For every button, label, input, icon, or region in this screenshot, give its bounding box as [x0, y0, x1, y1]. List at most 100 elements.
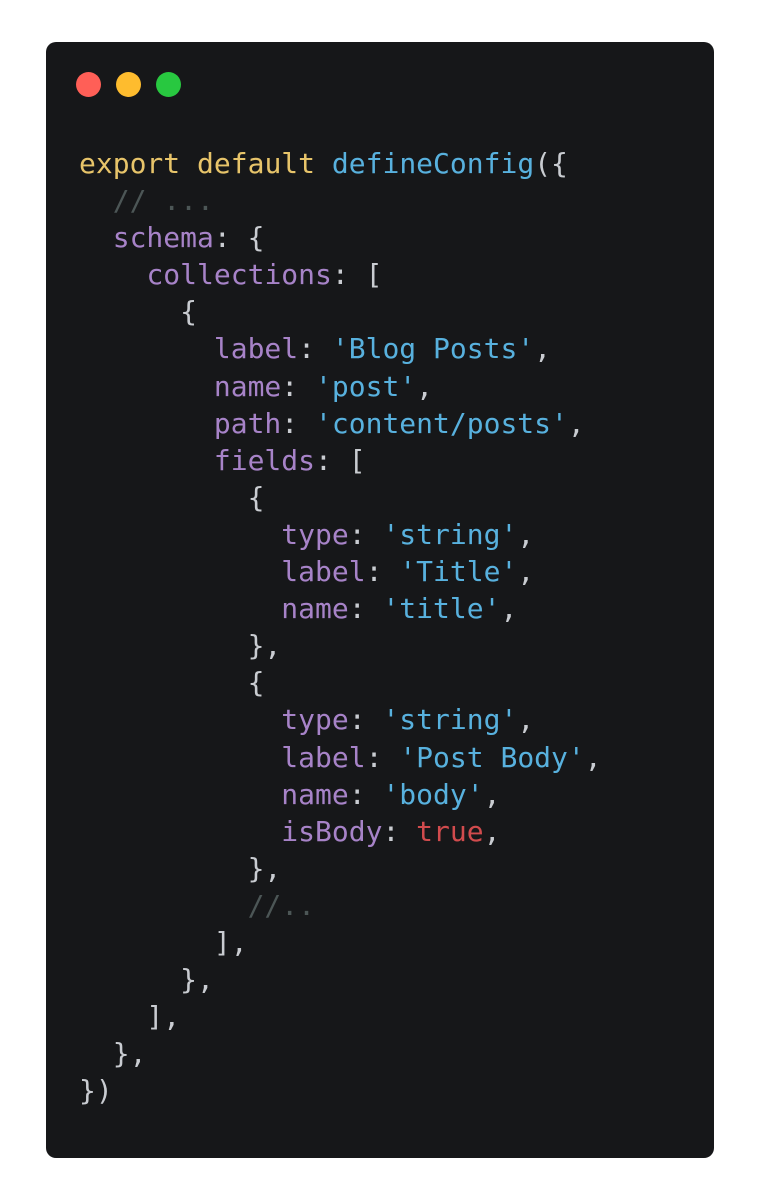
code-token-property: label — [281, 555, 366, 589]
code-token-comment: // ... — [112, 184, 214, 218]
code-token-plain: , — [534, 332, 552, 366]
code-token-plain: { — [79, 480, 265, 514]
code-token-string: 'post' — [315, 369, 417, 403]
code-line: export default defineConfig({ — [79, 145, 602, 182]
code-line: name: 'body', — [79, 776, 602, 813]
code-token-plain: ], — [79, 925, 248, 959]
code-line: fields: [ — [79, 442, 602, 479]
code-token-plain: : — [348, 592, 383, 626]
code-token-property: name — [281, 592, 349, 626]
code-token-plain: : — [281, 406, 316, 440]
zoom-dot-icon[interactable] — [156, 72, 181, 97]
code-token-plain: { — [79, 666, 265, 700]
window-controls — [76, 72, 196, 97]
code-token-string: 'content/posts' — [315, 406, 568, 440]
code-token-plain: : — [298, 332, 332, 366]
code-token-plain: : { — [213, 221, 265, 255]
code-line: type: 'string', — [79, 516, 602, 553]
code-line: type: 'string', — [79, 701, 602, 738]
code-line: }, — [79, 627, 602, 664]
code-token-property: label — [213, 332, 299, 366]
code-token-plain: , — [517, 555, 535, 589]
code-line: // ... — [79, 182, 602, 219]
code-token-string: 'body' — [382, 777, 484, 811]
code-line: }, — [79, 1035, 602, 1072]
code-token-string: 'Blog Posts' — [331, 332, 535, 366]
code-token-property: isBody — [281, 814, 383, 848]
code-token-comment: //.. — [247, 888, 316, 922]
code-token-plain: : — [365, 740, 400, 774]
code-token-property: schema — [112, 221, 214, 255]
code-line: }, — [79, 850, 602, 887]
code-line: { — [79, 293, 602, 330]
code-token-property: collections — [146, 258, 332, 292]
code-token-string: 'Post Body' — [399, 740, 585, 774]
code-line: //.. — [79, 887, 602, 924]
code-line: label: 'Post Body', — [79, 739, 602, 776]
code-token-plain: }, — [79, 629, 282, 663]
code-line: label: 'Blog Posts', — [79, 330, 602, 367]
code-token-plain: : [ — [315, 443, 366, 477]
code-token-plain: : — [365, 555, 400, 589]
code-line: collections: [ — [79, 256, 602, 293]
code-token-plain: }, — [79, 1037, 147, 1071]
code-token-plain: , — [584, 740, 602, 774]
code-token-plain: : — [348, 517, 383, 551]
code-token-plain: , — [483, 814, 501, 848]
code-token-plain: , — [483, 777, 501, 811]
code-token-plain: { — [79, 295, 198, 329]
code-line: }) — [79, 1072, 602, 1109]
code-window: export default defineConfig({ // ... sch… — [46, 42, 714, 1158]
code-token-boolean: true — [416, 814, 484, 848]
code-token-property: label — [281, 740, 366, 774]
code-token-plain: : — [348, 703, 383, 737]
minimize-dot-icon[interactable] — [116, 72, 141, 97]
code-line: isBody: true, — [79, 813, 602, 850]
code-token-property: name — [281, 777, 349, 811]
code-token-keyword: export — [79, 147, 181, 180]
code-token-plain: , — [567, 406, 585, 440]
code-token-plain: : — [382, 814, 417, 848]
code-token-string: 'title' — [382, 592, 501, 626]
code-token-property: fields — [213, 443, 316, 477]
code-line: path: 'content/posts', — [79, 405, 602, 442]
code-line: ], — [79, 998, 602, 1035]
code-line: schema: { — [79, 219, 602, 256]
code-line: name: 'post', — [79, 368, 602, 405]
code-token-property: name — [213, 369, 282, 403]
code-block: export default defineConfig({ // ... sch… — [79, 145, 602, 1109]
code-line: label: 'Title', — [79, 553, 602, 590]
code-token-function: defineConfig — [331, 147, 535, 180]
code-token-plain: , — [517, 517, 535, 551]
code-token-plain: , — [500, 592, 518, 626]
code-token-property: path — [213, 406, 282, 440]
code-token-property: type — [281, 703, 349, 737]
code-line: { — [79, 479, 602, 516]
code-token-plain: : [ — [331, 258, 383, 292]
code-line: name: 'title', — [79, 590, 602, 627]
code-token-keyword: default — [197, 147, 316, 180]
code-token-plain: }, — [79, 963, 214, 997]
code-token-string: 'string' — [382, 517, 518, 551]
code-token-property: type — [281, 517, 349, 551]
code-token-plain: }, — [79, 851, 282, 885]
code-token-plain: ({ — [534, 147, 568, 180]
close-dot-icon[interactable] — [76, 72, 101, 97]
